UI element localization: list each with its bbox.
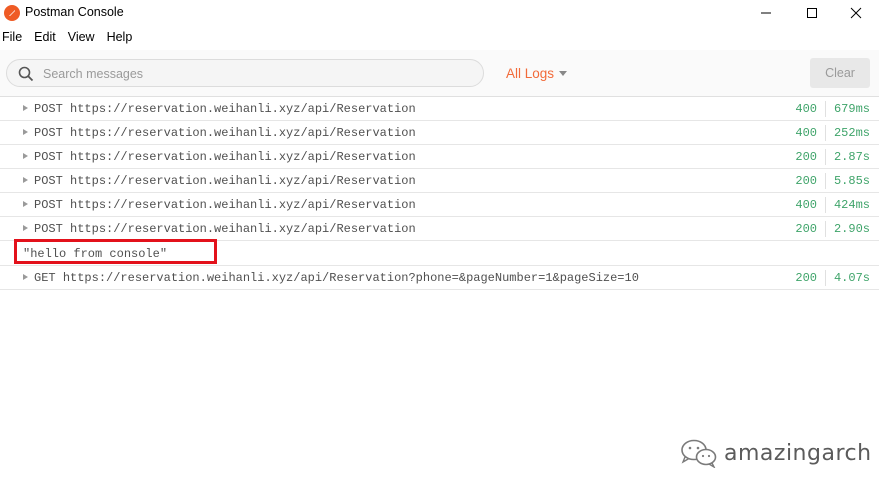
- console-log-row: "hello from console": [0, 239, 879, 266]
- chat-bubbles-icon: [681, 439, 717, 468]
- status-code: 200: [795, 174, 817, 188]
- request-line: POST https://reservation.weihanli.xyz/ap…: [34, 126, 416, 140]
- log-filter-dropdown[interactable]: All Logs: [506, 66, 568, 81]
- status-code: 200: [795, 150, 817, 164]
- divider: [825, 125, 826, 141]
- expand-arrow-icon[interactable]: [23, 274, 28, 280]
- close-button[interactable]: [833, 0, 879, 26]
- postman-logo-icon: [4, 5, 20, 21]
- response-time: 4.07s: [833, 271, 870, 285]
- search-box: [6, 59, 484, 87]
- request-line: POST https://reservation.weihanli.xyz/ap…: [34, 150, 416, 164]
- divider: [825, 221, 826, 237]
- title-bar: Postman Console: [0, 0, 879, 26]
- log-filter-label: All Logs: [506, 66, 555, 81]
- response-time: 2.87s: [833, 150, 870, 164]
- log-row[interactable]: POST https://reservation.weihanli.xyz/ap…: [0, 121, 879, 145]
- response-time: 2.90s: [833, 222, 870, 236]
- menu-help[interactable]: Help: [105, 28, 133, 48]
- divider: [825, 101, 826, 117]
- divider: [825, 197, 826, 213]
- toolbar: All Logs Clear: [0, 50, 879, 97]
- request-line: GET https://reservation.weihanli.xyz/api…: [34, 271, 639, 285]
- log-row[interactable]: POST https://reservation.weihanli.xyz/ap…: [0, 145, 879, 169]
- request-line: POST https://reservation.weihanli.xyz/ap…: [34, 198, 416, 212]
- divider: [825, 149, 826, 165]
- menu-view[interactable]: View: [66, 28, 95, 48]
- menu-file[interactable]: File: [0, 28, 22, 48]
- expand-arrow-icon[interactable]: [23, 225, 28, 231]
- search-icon: [18, 66, 34, 82]
- expand-arrow-icon[interactable]: [23, 105, 28, 111]
- highlight-annotation: [14, 239, 217, 264]
- log-row[interactable]: GET https://reservation.weihanli.xyz/api…: [0, 266, 879, 290]
- response-time: 424ms: [833, 198, 870, 212]
- log-row[interactable]: POST https://reservation.weihanli.xyz/ap…: [0, 169, 879, 193]
- status-code: 200: [795, 271, 817, 285]
- status-code: 400: [795, 126, 817, 140]
- status-code: 200: [795, 222, 817, 236]
- expand-arrow-icon[interactable]: [23, 177, 28, 183]
- watermark-text: amazingarch: [724, 440, 872, 466]
- request-line: POST https://reservation.weihanli.xyz/ap…: [34, 174, 416, 188]
- watermark: amazingarch: [680, 438, 872, 468]
- log-list: POST https://reservation.weihanli.xyz/ap…: [0, 97, 879, 290]
- log-row[interactable]: POST https://reservation.weihanli.xyz/ap…: [0, 193, 879, 217]
- menu-bar: File Edit View Help: [0, 28, 879, 48]
- status-code: 400: [795, 198, 817, 212]
- status-code: 400: [795, 102, 817, 116]
- expand-arrow-icon[interactable]: [23, 201, 28, 207]
- menu-edit[interactable]: Edit: [32, 28, 56, 48]
- request-line: POST https://reservation.weihanli.xyz/ap…: [34, 222, 416, 236]
- response-time: 679ms: [833, 102, 870, 116]
- chevron-down-icon: [559, 71, 568, 76]
- divider: [825, 173, 826, 189]
- window-title: Postman Console: [25, 5, 124, 19]
- maximize-icon: [807, 8, 817, 18]
- request-line: POST https://reservation.weihanli.xyz/ap…: [34, 102, 416, 116]
- response-time: 252ms: [833, 126, 870, 140]
- clear-button[interactable]: Clear: [810, 58, 870, 88]
- close-icon: [850, 7, 862, 19]
- minimize-button[interactable]: [743, 0, 789, 26]
- expand-arrow-icon[interactable]: [23, 129, 28, 135]
- search-input[interactable]: [41, 64, 475, 84]
- expand-arrow-icon[interactable]: [23, 153, 28, 159]
- response-time: 5.85s: [833, 174, 870, 188]
- divider: [825, 270, 826, 286]
- log-row[interactable]: POST https://reservation.weihanli.xyz/ap…: [0, 97, 879, 121]
- minimize-icon: [761, 12, 771, 14]
- maximize-button[interactable]: [789, 0, 835, 26]
- log-row[interactable]: POST https://reservation.weihanli.xyz/ap…: [0, 217, 879, 241]
